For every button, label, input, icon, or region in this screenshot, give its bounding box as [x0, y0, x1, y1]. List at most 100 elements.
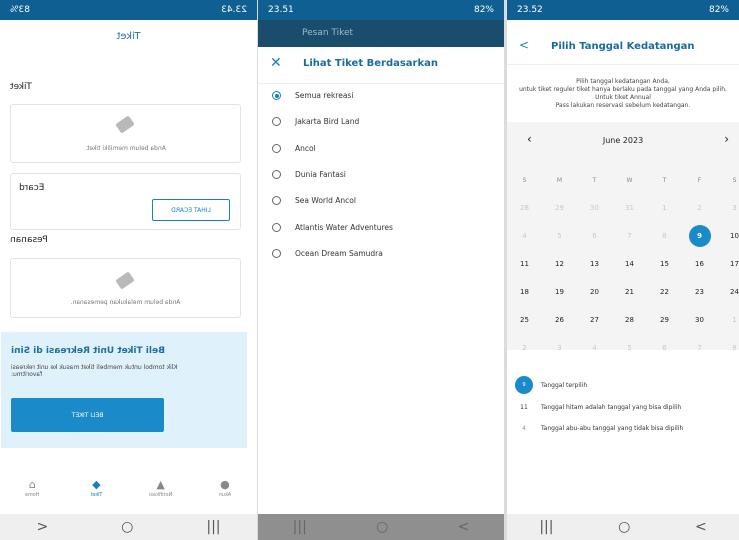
day-number: 21 [625, 288, 634, 296]
day-number: 8 [732, 344, 737, 352]
calendar-day[interactable]: 10 [717, 222, 739, 250]
calendar-day[interactable]: 12 [542, 250, 577, 278]
radio-button[interactable] [272, 143, 281, 153]
status-bar: 23.51 82% [258, 0, 504, 20]
recents-icon[interactable]: ||| [539, 519, 553, 535]
recents-icon[interactable]: ||| [206, 519, 220, 535]
notice-line: untuk tiket reguler tiket hanya berlaku … [519, 86, 727, 93]
day-number: 29 [555, 204, 564, 212]
day-number: 3 [557, 344, 562, 352]
back-nav-icon[interactable]: < [37, 519, 49, 535]
next-month-icon[interactable]: › [724, 132, 729, 146]
calendar-day[interactable]: 23 [682, 278, 717, 306]
bell-icon: ▲ [156, 478, 165, 491]
beli-tiket-button[interactable]: BELI TIKET [11, 398, 164, 432]
date-picker-screen: 23.52 82% < Pilih Tanggal Kedatangan Pil… [507, 0, 739, 540]
radio-button[interactable] [272, 169, 281, 179]
calendar-day: 3 [717, 194, 739, 222]
radio-option[interactable]: Ancol [272, 143, 316, 153]
radio-option[interactable]: Dunia Fantasi [272, 169, 346, 179]
calendar-day: 7 [682, 334, 717, 362]
calendar-day: 7 [612, 222, 647, 250]
calendar-day-selected[interactable]: 9 [682, 222, 717, 250]
month-label: June 2023 [602, 136, 644, 145]
day-number: 4 [592, 344, 597, 352]
home-nav-icon[interactable]: ○ [121, 519, 133, 535]
radio-button[interactable] [272, 196, 281, 206]
recents-icon[interactable]: ||| [293, 519, 307, 535]
day-number: 30 [590, 204, 599, 212]
section-ecard-heading: Ecard [19, 183, 45, 193]
section-tiket-heading: Tiket [10, 82, 32, 92]
calendar-day: 8 [647, 222, 682, 250]
legend-selected: 9 Tanggal terpilih [515, 376, 587, 394]
radio-option[interactable]: Jakarta Bird Land [272, 117, 359, 127]
radio-label: Sea World Ancol [295, 196, 356, 206]
lihat-ecard-button[interactable]: LIHAT ECARD [152, 199, 230, 221]
day-number: 6 [592, 232, 597, 240]
home-icon: ⌂ [28, 478, 36, 491]
pesanan-empty-text: Anda belum melakukan pemesanan. [70, 299, 181, 306]
calendar-day[interactable]: 18 [507, 278, 542, 306]
status-time: 23.43 [221, 5, 247, 15]
home-nav-icon[interactable]: ○ [376, 519, 388, 535]
system-nav-bar: ||| ○ < [507, 514, 739, 540]
day-number: 6 [662, 344, 667, 352]
legend-number: 11 [520, 404, 528, 411]
radio-button[interactable] [272, 91, 281, 100]
radio-button[interactable] [272, 248, 281, 258]
calendar-day[interactable]: 16 [682, 250, 717, 278]
calendar-day[interactable]: 11 [507, 250, 542, 278]
radio-option[interactable]: Semua rekreasi [272, 91, 353, 100]
radio-option[interactable]: Atlantis Water Adventures [272, 222, 393, 232]
radio-label: Ancol [295, 143, 316, 153]
calendar-day[interactable]: 26 [542, 306, 577, 334]
day-number: 4 [522, 232, 527, 240]
status-battery: 83% [10, 5, 31, 15]
day-number: 27 [590, 316, 599, 324]
radio-option[interactable]: Ocean Dream Samudra [272, 248, 383, 258]
tab-home[interactable]: ⌂ Home [12, 478, 52, 514]
calendar-day: 30 [577, 194, 612, 222]
day-number: 28 [520, 204, 529, 212]
filter-sheet-screen: 23.51 82% Pesan Tiket ✕ Lihat Tiket Berd… [258, 0, 504, 540]
calendar-day[interactable]: 20 [577, 278, 612, 306]
home-nav-icon[interactable]: ○ [618, 519, 630, 535]
radio-button[interactable] [272, 117, 281, 127]
tiket-empty-text: Anda belum memiliki tiket. [85, 145, 166, 152]
day-number: 29 [660, 316, 669, 324]
calendar-day[interactable]: 13 [577, 250, 612, 278]
calendar-day[interactable]: 22 [647, 278, 682, 306]
calendar-day[interactable]: 15 [647, 250, 682, 278]
back-nav-icon[interactable]: < [458, 519, 470, 535]
calendar-day[interactable]: 30 [682, 306, 717, 334]
radio-option[interactable]: Sea World Ancol [272, 196, 356, 206]
radio-button[interactable] [272, 222, 281, 232]
calendar-day[interactable]: 25 [507, 306, 542, 334]
legend-selected-dot: 9 [515, 376, 533, 394]
day-number: 20 [590, 288, 599, 296]
tab-notifikasi[interactable]: ▲ Notifikasi [141, 478, 181, 514]
page-title: Tiket [116, 31, 141, 42]
calendar-day[interactable]: 29 [647, 306, 682, 334]
close-icon[interactable]: ✕ [270, 55, 282, 71]
day-number: 24 [730, 288, 739, 296]
legend-text: Tanggal hitam adalah tanggal yang bisa d… [541, 404, 682, 411]
background-header: Pesan Tiket [258, 20, 504, 47]
ticket-screen: 23.43 83% Tiket Tiket Anda belum memilik… [0, 0, 257, 540]
calendar-day[interactable]: 14 [612, 250, 647, 278]
tab-tiket[interactable]: ◆ Tiket [76, 478, 116, 514]
back-nav-icon[interactable]: < [695, 519, 707, 535]
calendar-day[interactable]: 24 [717, 278, 739, 306]
back-arrow-icon[interactable]: < [519, 38, 529, 52]
calendar-day[interactable]: 19 [542, 278, 577, 306]
sheet-header: ✕ Lihat Tiket Berdasarkan [258, 47, 504, 84]
day-number: 1 [662, 204, 667, 212]
calendar-day[interactable]: 21 [612, 278, 647, 306]
calendar-day[interactable]: 28 [612, 306, 647, 334]
calendar-day[interactable]: 27 [577, 306, 612, 334]
calendar-day[interactable]: 17 [717, 250, 739, 278]
tab-akun[interactable]: ● Akun [205, 478, 245, 514]
notice-line: Untuk tiket Annual [595, 94, 651, 101]
status-time: 23.52 [517, 5, 543, 15]
